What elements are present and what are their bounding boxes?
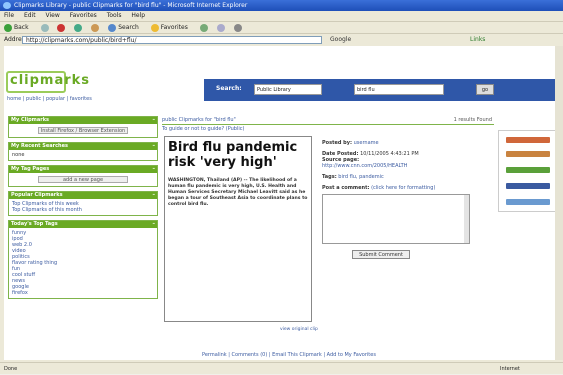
menu-file[interactable]: File bbox=[4, 12, 14, 19]
comment-label: Post a comment: bbox=[322, 185, 370, 191]
status-bar: Done Internet bbox=[0, 362, 563, 374]
textarea-scrollbar[interactable] bbox=[464, 195, 469, 243]
collapse-icon[interactable]: – bbox=[153, 192, 156, 199]
stop-button[interactable] bbox=[57, 23, 67, 32]
collapse-icon[interactable]: – bbox=[153, 221, 156, 228]
forward-button[interactable] bbox=[40, 23, 51, 32]
tags-label: Tags: bbox=[322, 174, 337, 180]
sidebar-recent-searches: My Recent Searches – none bbox=[8, 142, 158, 161]
posted-by-label: Posted by: bbox=[322, 140, 353, 146]
sidebar-box-title: My Clipmarks bbox=[11, 117, 50, 123]
search-button[interactable]: Search bbox=[108, 23, 144, 32]
sidebar: My Clipmarks – Install Firefox / Browser … bbox=[8, 116, 158, 303]
main-column: public Clipmarks for "bird flu" 1 result… bbox=[162, 116, 494, 360]
menu-view[interactable]: View bbox=[46, 12, 60, 19]
view-original-link[interactable]: view original clip bbox=[280, 327, 318, 332]
formatting-link[interactable]: (click here for formatting) bbox=[371, 185, 435, 191]
collapse-icon[interactable]: – bbox=[153, 143, 156, 150]
menu-help[interactable]: Help bbox=[131, 12, 145, 19]
results-count: 1 results Found bbox=[453, 117, 492, 123]
window-title: Clipmarks Library - public Clipmarks for… bbox=[14, 2, 248, 9]
stop-icon bbox=[57, 23, 66, 32]
share-button[interactable] bbox=[506, 199, 550, 205]
toolbar: Back Search Favorites bbox=[0, 21, 563, 33]
address-input[interactable]: http://clipmarks.com/public/bird+flu/ bbox=[22, 36, 322, 44]
print-button[interactable] bbox=[233, 23, 244, 32]
star-icon bbox=[150, 23, 159, 32]
refresh-button[interactable] bbox=[74, 23, 84, 32]
print-icon bbox=[233, 23, 242, 32]
site-header: clipmarks home | public | popular | favo… bbox=[4, 46, 559, 102]
collapse-icon[interactable]: – bbox=[153, 166, 156, 173]
submit-comment-button[interactable]: Submit Comment bbox=[352, 250, 410, 259]
mail-icon bbox=[216, 23, 225, 32]
address-bar: Address http://clipmarks.com/public/bird… bbox=[0, 33, 563, 45]
results-heading: public Clipmarks for "bird flu" bbox=[162, 117, 236, 123]
refresh-icon bbox=[74, 23, 83, 32]
share-button[interactable] bbox=[506, 183, 550, 189]
ie-icon bbox=[3, 2, 11, 9]
sidebar-tag-pages: My Tag Pages – add a new page bbox=[8, 165, 158, 187]
links-button[interactable]: Links bbox=[470, 34, 485, 46]
tag-link[interactable]: firefox bbox=[12, 290, 154, 296]
search-go-button[interactable]: go bbox=[476, 84, 494, 95]
clip-footer-links[interactable]: Permalink | Comments (0) | Email This Cl… bbox=[202, 352, 376, 358]
back-button[interactable]: Back bbox=[4, 23, 34, 32]
share-button[interactable] bbox=[506, 137, 550, 143]
search-bar: Search: Public Library bird flu go bbox=[204, 79, 559, 101]
home-icon bbox=[91, 23, 100, 32]
tags-link[interactable]: bird flu, pandemic bbox=[338, 174, 383, 180]
clip-content: Bird flu pandemic risk 'very high' WASHI… bbox=[164, 136, 312, 322]
menu-bar: File Edit View Favorites Tools Help bbox=[0, 11, 563, 21]
comment-textarea[interactable] bbox=[322, 194, 470, 244]
back-arrow-icon bbox=[4, 23, 12, 32]
sidebar-popular-clipmarks: Popular Clipmarks – Top Clipmarks of this… bbox=[8, 191, 158, 216]
menu-favorites[interactable]: Favorites bbox=[70, 12, 97, 19]
search-input[interactable]: bird flu bbox=[354, 84, 444, 95]
clipmarks-logo[interactable]: clipmarks bbox=[10, 73, 90, 88]
media-button[interactable] bbox=[199, 23, 210, 32]
share-button[interactable] bbox=[506, 151, 550, 157]
posted-by-link[interactable]: username bbox=[354, 140, 379, 146]
menu-edit[interactable]: Edit bbox=[24, 12, 36, 19]
site-nav[interactable]: home | public | popular | favorites bbox=[7, 96, 92, 102]
sidebar-box-title: My Tag Pages bbox=[11, 166, 50, 172]
add-tag-page-button[interactable]: add a new page bbox=[38, 176, 128, 183]
clip-title-link[interactable]: To guide or not to guide? (Public) bbox=[162, 125, 494, 134]
media-icon bbox=[199, 23, 208, 32]
mail-button[interactable] bbox=[216, 23, 227, 32]
share-button[interactable] bbox=[506, 167, 550, 173]
title-bar: Clipmarks Library - public Clipmarks for… bbox=[0, 0, 563, 11]
security-zone: Internet bbox=[500, 366, 520, 372]
clip-meta: Posted by: username Date Posted: 10/11/2… bbox=[322, 140, 492, 264]
sidebar-box-title: Popular Clipmarks bbox=[11, 192, 63, 198]
article-headline: Bird flu pandemic risk 'very high' bbox=[168, 140, 298, 170]
date-value: 10/11/2005 4:43:21 PM bbox=[360, 151, 419, 157]
page-content: clipmarks home | public | popular | favo… bbox=[4, 46, 559, 360]
sidebar-my-clipmarks: My Clipmarks – Install Firefox / Browser … bbox=[8, 116, 158, 138]
favorites-button[interactable]: Favorites bbox=[150, 23, 193, 32]
recent-search-item: none bbox=[12, 152, 25, 158]
collapse-icon[interactable]: – bbox=[153, 117, 156, 124]
status-text: Done bbox=[4, 366, 18, 372]
sidebar-top-tags: Today's Top Tags – funny ipod web 2.0 vid… bbox=[8, 220, 158, 299]
forward-arrow-icon bbox=[40, 23, 49, 32]
browser-window: Clipmarks Library - public Clipmarks for… bbox=[0, 0, 563, 374]
home-button[interactable] bbox=[91, 23, 101, 32]
search-scope-select[interactable]: Public Library bbox=[254, 84, 322, 95]
search-label: Search: bbox=[216, 85, 242, 92]
share-panel bbox=[498, 130, 556, 212]
popular-link[interactable]: Top Clipmarks of this month bbox=[12, 207, 154, 213]
menu-tools[interactable]: Tools bbox=[107, 12, 122, 19]
install-extension-button[interactable]: Install Firefox / Browser Extension bbox=[38, 127, 128, 134]
sidebar-box-title: My Recent Searches bbox=[11, 143, 68, 149]
google-toolbar[interactable]: Google bbox=[330, 34, 351, 46]
vertical-scrollbar[interactable] bbox=[555, 46, 563, 360]
source-link[interactable]: http://www.cnn.com/2005/HEALTH bbox=[322, 163, 407, 169]
article-body: WASHINGTON, Thailand (AP) -- The likelih… bbox=[168, 178, 308, 207]
search-icon bbox=[108, 23, 117, 32]
sidebar-box-title: Today's Top Tags bbox=[11, 221, 58, 227]
